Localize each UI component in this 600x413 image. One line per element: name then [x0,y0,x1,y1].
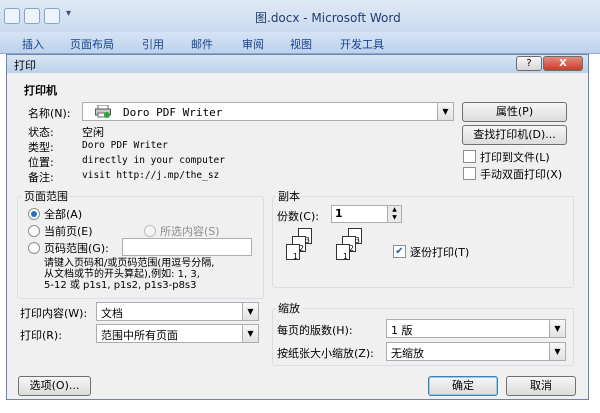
print-preview-icon[interactable] [44,8,60,24]
page-range-current-radio[interactable] [28,225,40,237]
printer-name-select[interactable]: Doro PDF Writer ▼ [82,102,454,121]
copies-label: 份数(C): [277,210,319,223]
type-label: 类型: [28,141,54,154]
window-title: 图.docx - Microsoft Word [255,11,401,25]
comment-value: visit http://j.mp/the_sz [82,170,220,181]
chevron-down-icon[interactable]: ▼ [242,325,258,342]
scale-select[interactable]: 无缩放 ▼ [386,342,566,361]
print-to-file-checkbox[interactable] [463,150,476,163]
print-label: 打印(R): [20,329,62,342]
printer-group-title: 打印机 [22,82,59,98]
tab-view[interactable]: 视图 [290,36,312,52]
tab-developer[interactable]: 开发工具 [340,36,384,52]
find-printer-button[interactable]: 查找打印机(D)... [462,125,567,145]
tab-insert[interactable]: 插入 [22,36,44,52]
copies-group-title: 副本 [276,188,302,204]
collate-checkbox[interactable]: ✔ [393,245,406,258]
print-to-file-label[interactable]: 打印到文件(L) [480,149,550,165]
print-value: 范围中所有页面 [101,329,178,342]
page-range-pages-input[interactable] [122,238,252,256]
help-button[interactable]: ? [516,56,542,71]
type-value: Doro PDF Writer [82,140,168,151]
status-value: 空闲 [82,126,104,139]
quick-access-dropdown-icon[interactable]: ▾ [66,8,71,19]
scale-label: 按纸张大小缩放(Z): [277,347,374,360]
page-range-all-label[interactable]: 全部(A) [44,206,82,222]
close-button[interactable]: X [543,56,583,71]
collate-pages-icon: 3 2 1 [284,228,330,274]
printer-name-value: Doro PDF Writer [123,106,223,119]
page-range-group-title: 页面范围 [22,188,70,204]
page-range-all-radio[interactable] [28,208,40,220]
chevron-down-icon[interactable]: ▼ [549,320,565,337]
collate-pages-icon: 3 2 1 [334,228,380,274]
page-range-hint-3: 5-12 或 p1s1, p1s2, p1s3-p8s3 [44,280,197,291]
tab-references[interactable]: 引用 [142,36,164,52]
where-value: directly in your computer [82,155,225,166]
page-range-hint-1: 请键入页码和/或页码范围(用逗号分隔, [44,258,215,269]
page-range-selection-label: 所选内容(S) [160,225,220,238]
page-range-selection-radio [144,225,156,237]
pages-per-sheet-value: 1 版 [391,324,413,337]
copies-spinner[interactable]: 1 ▲ ▼ [331,205,402,223]
status-label: 状态: [28,126,54,139]
page-range-pages-label[interactable]: 页码范围(G): [44,240,109,256]
options-button[interactable]: 选项(O)... [18,376,91,396]
spin-down-icon[interactable]: ▼ [387,214,401,222]
tab-mailings[interactable]: 邮件 [191,36,213,52]
chevron-down-icon[interactable]: ▼ [242,303,258,320]
tab-review[interactable]: 审阅 [242,36,264,52]
copies-value: 1 [335,207,343,220]
collate-label[interactable]: 逐份打印(T) [410,244,469,260]
scale-value: 无缩放 [391,347,424,360]
pages-per-sheet-select[interactable]: 1 版 ▼ [386,319,566,338]
manual-duplex-label[interactable]: 手动双面打印(X) [480,166,562,182]
chevron-down-icon[interactable]: ▼ [549,343,565,360]
dialog-titlebar [7,55,588,73]
pages-per-sheet-label: 每页的版数(H): [277,324,353,337]
printer-icon [95,104,111,118]
tab-page-layout[interactable]: 页面布局 [70,36,114,52]
dialog-title: 打印 [14,59,36,72]
page-range-pages-radio[interactable] [28,242,40,254]
save-icon[interactable] [4,8,20,24]
page-range-current-label[interactable]: 当前页(E) [44,223,93,239]
ok-button[interactable]: 确定 [428,376,498,396]
cancel-button[interactable]: 取消 [506,376,576,396]
print-what-value: 文档 [101,307,123,320]
printer-name-label: 名称(N): [28,107,71,120]
page-range-hint-2: 从文档或节的开头算起),例如: 1, 3, [44,269,200,280]
print-select[interactable]: 范围中所有页面 ▼ [96,324,259,343]
properties-button[interactable]: 属性(P) [462,102,567,122]
where-label: 位置: [28,156,54,169]
print-what-label: 打印内容(W): [20,307,88,320]
comment-label: 备注: [28,171,54,184]
print-what-select[interactable]: 文档 ▼ [96,302,259,321]
redo-icon[interactable] [24,8,40,24]
manual-duplex-checkbox[interactable] [463,167,476,180]
zoom-group-title: 缩放 [276,300,302,316]
spin-up-icon[interactable]: ▲ [387,206,401,214]
chevron-down-icon[interactable]: ▼ [437,103,453,120]
